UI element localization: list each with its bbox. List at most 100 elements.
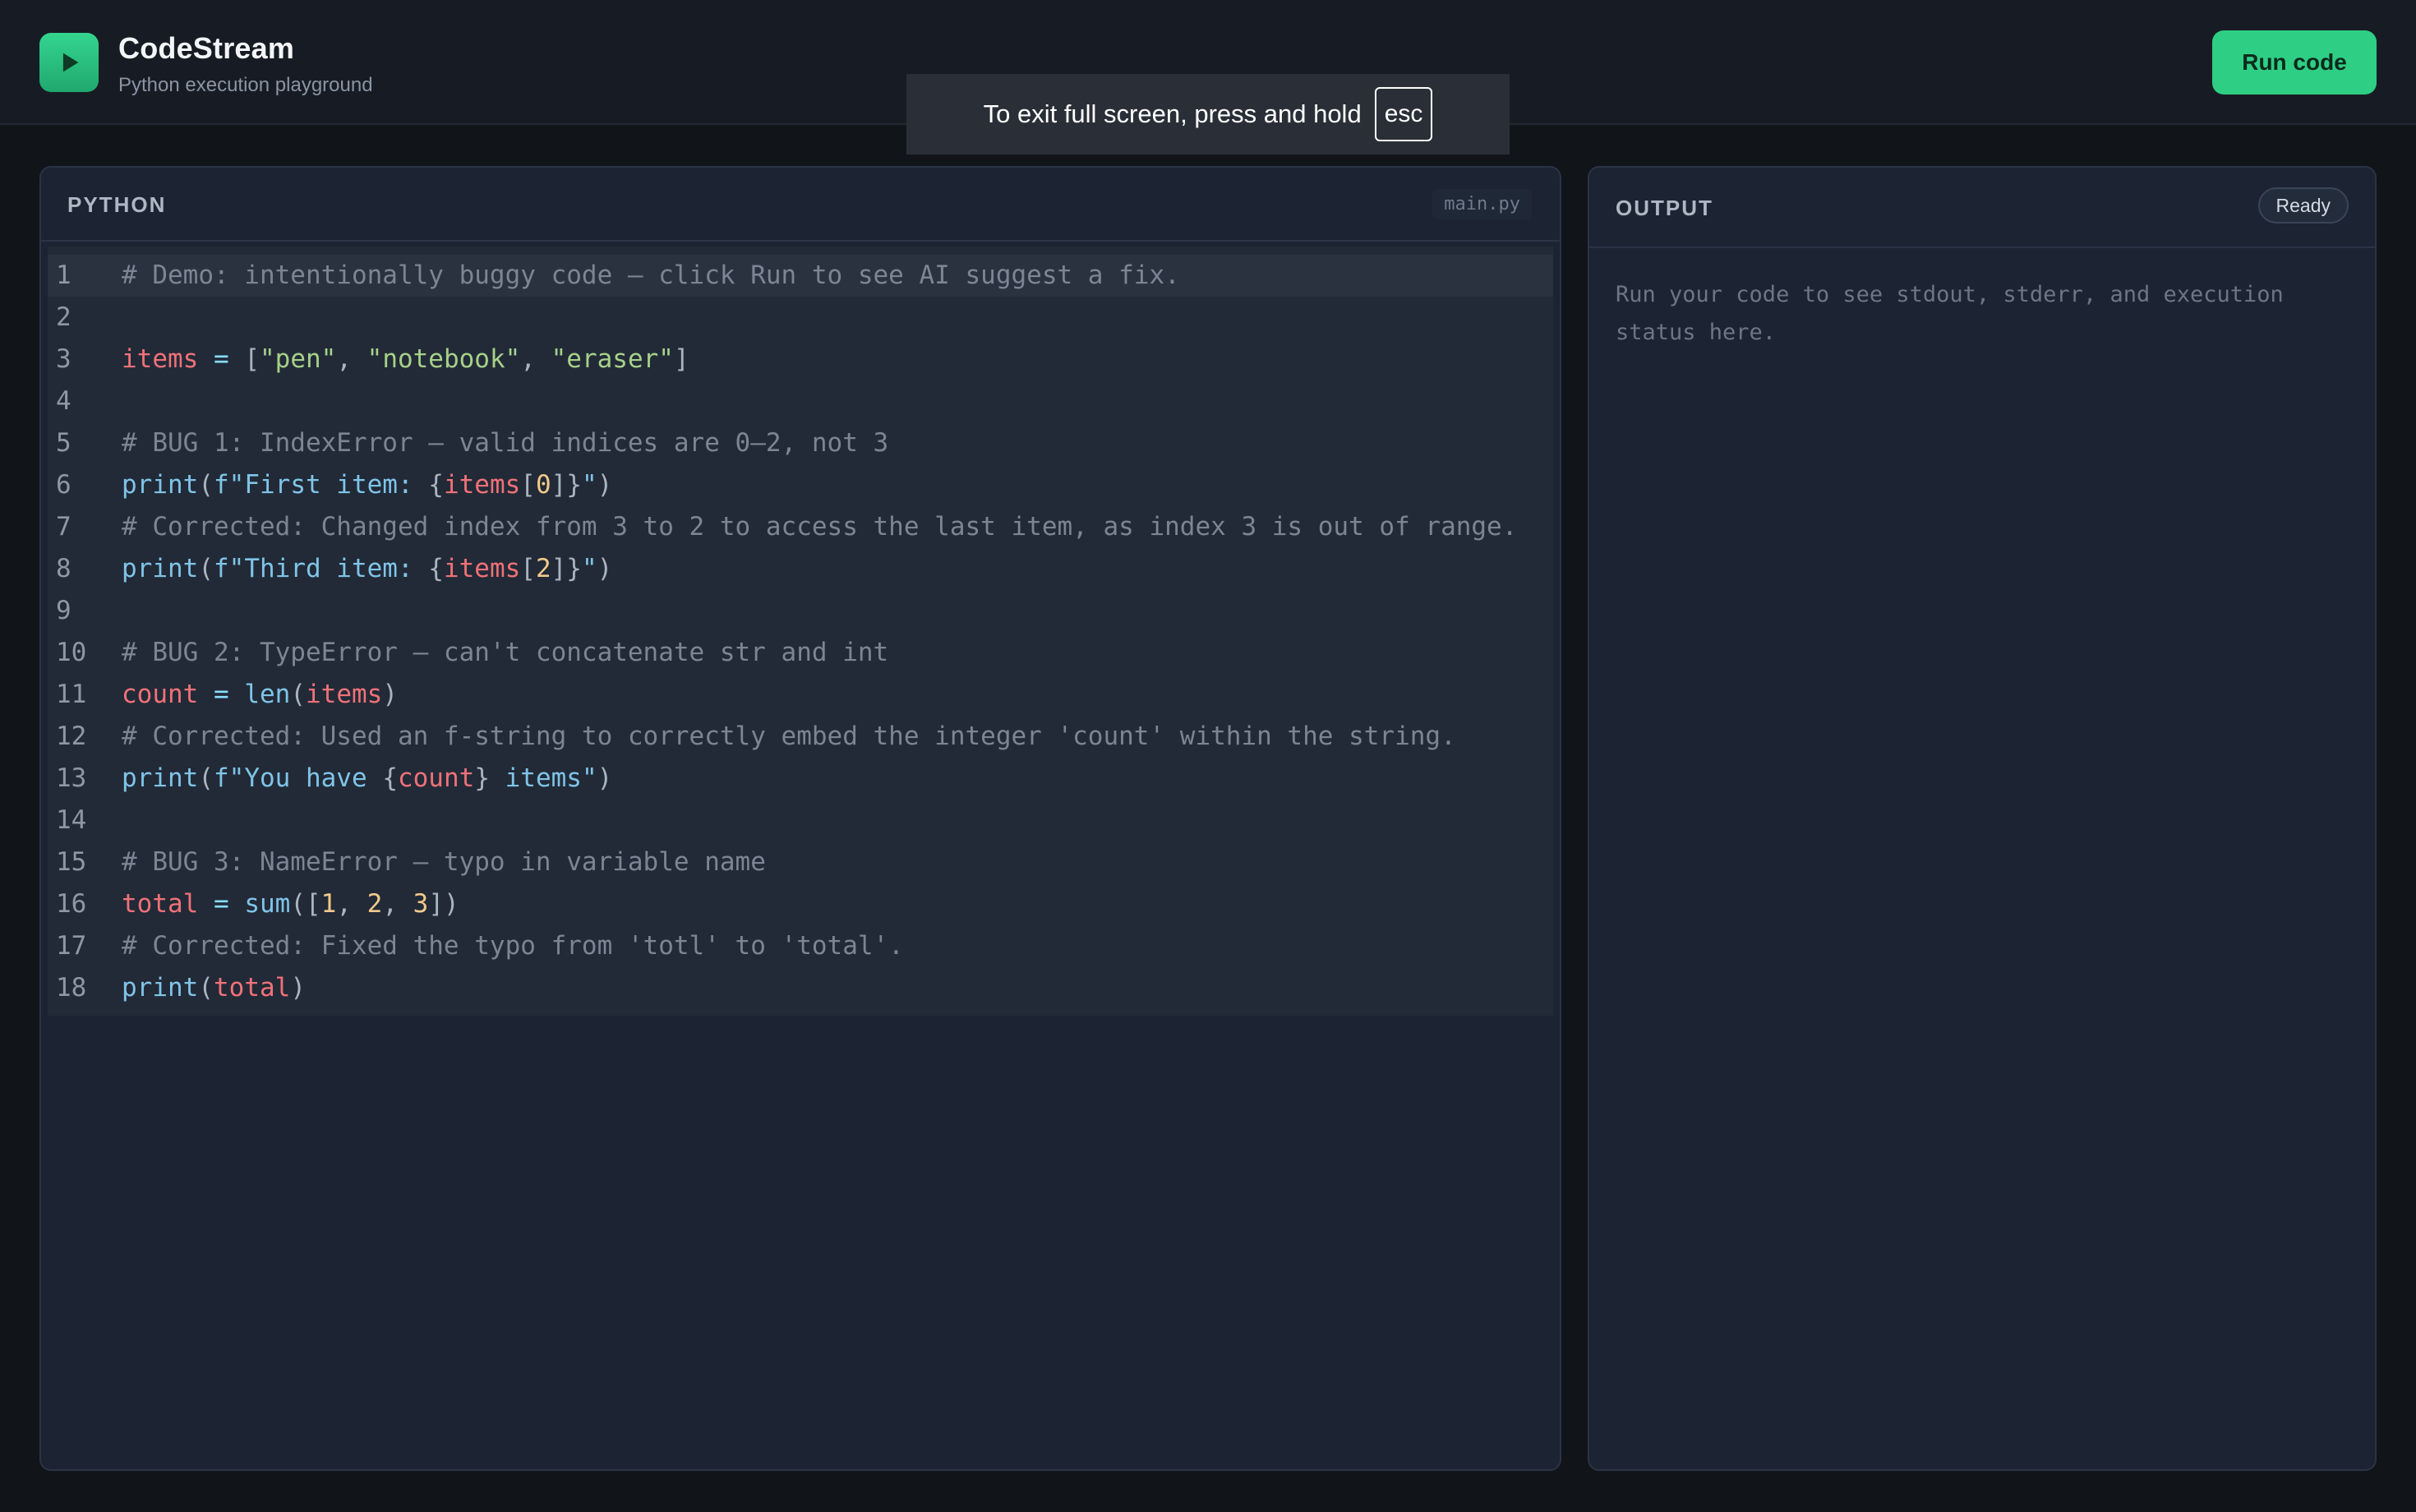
code-line[interactable]: 13 print(f"You have {count} items")	[48, 758, 1553, 800]
code-token: # Demo: intentionally buggy code — click…	[122, 260, 1180, 290]
app-logo	[39, 33, 99, 92]
editor-header: PYTHON main.py	[41, 168, 1560, 242]
fullscreen-notice-text: To exit full screen, press and hold	[983, 99, 1362, 128]
code-line[interactable]: 5 # BUG 1: IndexError — valid indices are…	[48, 422, 1553, 464]
code-token: )	[290, 973, 306, 1003]
code-token: )	[597, 554, 613, 583]
code-line[interactable]: 14	[48, 800, 1553, 841]
code-token: }	[474, 763, 490, 793]
line-code: # Corrected: Fixed the typo from 'totl' …	[122, 925, 1553, 967]
output-placeholder: Run your code to see stdout, stderr, and…	[1616, 282, 2284, 345]
code-token: 2	[535, 554, 551, 583]
code-token: {	[428, 554, 444, 583]
code-token: ]}	[551, 554, 582, 583]
line-number: 8	[56, 554, 71, 583]
code-token: {	[428, 470, 444, 500]
line-number: 13	[56, 763, 87, 793]
code-token: =	[198, 344, 245, 374]
output-panel: OUTPUT Ready Run your code to see stdout…	[1588, 166, 2377, 1471]
line-code: # Corrected: Changed index from 3 to 2 t…	[122, 506, 1553, 548]
code-token: print	[122, 554, 199, 583]
code-token: f"Third item:	[214, 554, 429, 583]
line-code: count = len(items)	[122, 674, 1553, 716]
code-line[interactable]: 9	[48, 590, 1553, 632]
code-token: # BUG 2: TypeError — can't concatenate s…	[122, 638, 889, 667]
code-line[interactable]: 4	[48, 380, 1553, 422]
code-token: (	[198, 763, 214, 793]
line-number: 6	[56, 470, 71, 500]
line-number: 18	[56, 973, 87, 1003]
code-token: (	[198, 554, 214, 583]
code-line[interactable]: 16 total = sum([1, 2, 3])	[48, 883, 1553, 925]
run-code-button[interactable]: Run code	[2212, 30, 2377, 94]
editor-panel: PYTHON main.py 1 # Demo: intentionally bu…	[39, 166, 1561, 1471]
code-token: =	[198, 680, 245, 709]
code-token: "	[581, 470, 597, 500]
code-token: ])	[428, 889, 459, 919]
line-code: items = ["pen", "notebook", "eraser"]	[122, 339, 1553, 380]
code-token: "	[581, 554, 597, 583]
code-token: [	[244, 344, 260, 374]
code-token: 1	[320, 889, 337, 919]
code-line[interactable]: 1 # Demo: intentionally buggy code — clic…	[48, 255, 1553, 297]
code-token: print	[122, 470, 199, 500]
code-token: 2	[367, 889, 383, 919]
code-token: (	[290, 680, 306, 709]
code-line[interactable]: 6 print(f"First item: {items[0]}")	[48, 464, 1553, 506]
line-code: # BUG 3: NameError — typo in variable na…	[122, 841, 1553, 883]
code-token: f"First item:	[214, 470, 429, 500]
code-line[interactable]: 3 items = ["pen", "notebook", "eraser"]	[48, 339, 1553, 380]
code-token: ]	[673, 344, 689, 374]
code-token: # Corrected: Changed index from 3 to 2 t…	[122, 512, 1518, 542]
code-token: total	[122, 889, 199, 919]
code-token: "eraser"	[551, 344, 674, 374]
fullscreen-notice: To exit full screen, press and hold esc	[906, 74, 1510, 154]
line-number: 16	[56, 889, 87, 919]
line-number: 10	[56, 638, 87, 667]
code-editor[interactable]: 1 # Demo: intentionally buggy code — clic…	[48, 247, 1553, 1016]
code-line[interactable]: 18 print(total)	[48, 967, 1553, 1009]
line-number: 11	[56, 680, 87, 709]
code-token: ([	[290, 889, 321, 919]
filename-tag: main.py	[1432, 189, 1532, 219]
code-token: )	[597, 470, 613, 500]
code-line[interactable]: 11 count = len(items)	[48, 674, 1553, 716]
code-token: total	[214, 973, 291, 1003]
code-line[interactable]: 2	[48, 297, 1553, 339]
line-code: print(f"You have {count} items")	[122, 758, 1553, 800]
code-token: count	[397, 763, 475, 793]
code-token: [	[520, 554, 536, 583]
app-subtitle: Python execution playground	[118, 74, 373, 96]
line-number: 9	[56, 596, 71, 625]
line-code: # Corrected: Used an f-string to correct…	[122, 716, 1553, 758]
code-token: print	[122, 763, 199, 793]
code-line[interactable]: 15 # BUG 3: NameError — typo in variable …	[48, 841, 1553, 883]
code-line[interactable]: 17 # Corrected: Fixed the typo from 'totl…	[48, 925, 1553, 967]
code-token: "pen"	[260, 344, 337, 374]
esc-key-label: esc	[1374, 87, 1433, 141]
code-line[interactable]: 12 # Corrected: Used an f-string to corre…	[48, 716, 1553, 758]
code-line[interactable]: 10 # BUG 2: TypeError — can't concatenate…	[48, 632, 1553, 674]
code-token: "notebook"	[367, 344, 521, 374]
code-token: 3	[413, 889, 429, 919]
code-token: (	[198, 470, 214, 500]
play-icon	[62, 53, 79, 72]
code-token: items	[122, 344, 199, 374]
code-token: ,	[336, 344, 367, 374]
output-label: OUTPUT	[1616, 196, 1713, 220]
code-token: len	[244, 680, 291, 709]
status-badge: Ready	[2257, 187, 2349, 224]
code-line[interactable]: 8 print(f"Third item: {items[2]}")	[48, 548, 1553, 590]
output-header: OUTPUT Ready	[1589, 168, 2375, 248]
line-number: 2	[56, 302, 71, 332]
line-number: 15	[56, 847, 87, 877]
code-token: # BUG 1: IndexError — valid indices are …	[122, 428, 889, 458]
code-token: # Corrected: Used an f-string to correct…	[122, 721, 1456, 751]
line-code: # Demo: intentionally buggy code — click…	[122, 255, 1553, 297]
code-token: items	[443, 554, 521, 583]
line-number: 5	[56, 428, 71, 458]
code-line[interactable]: 7 # Corrected: Changed index from 3 to 2 …	[48, 506, 1553, 548]
code-token: # BUG 3: NameError — typo in variable na…	[122, 847, 766, 877]
